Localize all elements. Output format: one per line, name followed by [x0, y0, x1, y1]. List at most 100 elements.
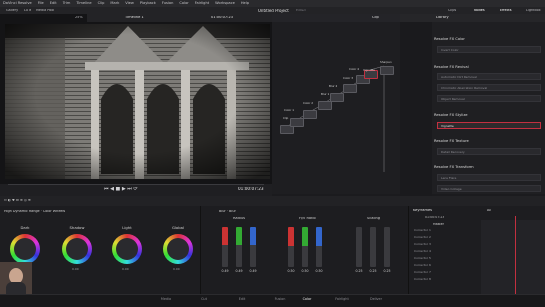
group-radius: Radius: [233, 217, 246, 220]
luts-button[interactable]: LUTs: [24, 9, 31, 12]
effects-button[interactable]: Effects: [500, 9, 512, 12]
node-mode-label[interactable]: Clip: [372, 16, 379, 20]
node-02[interactable]: [290, 118, 304, 127]
section-revival[interactable]: Resolve FX Revival: [434, 65, 542, 70]
fx-dirt-removal[interactable]: Automatic Dirt Removal: [437, 73, 541, 80]
node-09[interactable]: [380, 66, 394, 75]
menu-file[interactable]: File: [38, 1, 44, 6]
scaling-red-bar[interactable]: [356, 227, 362, 267]
group-hv-ratio: H/V Ratio: [299, 217, 316, 220]
keyframe-track[interactable]: [481, 220, 545, 294]
radius-blue-value[interactable]: 0.49: [248, 269, 258, 273]
scaling-green-value[interactable]: 0.25: [368, 269, 378, 273]
wheel-light[interactable]: [112, 234, 142, 264]
menu-view[interactable]: View: [125, 1, 134, 6]
viewer-header: Timeline 1 01:00:07:23: [87, 14, 272, 22]
wheel-value-global[interactable]: 0.00: [173, 268, 180, 271]
hv-red-bar[interactable]: [288, 227, 294, 267]
lightbox-button[interactable]: Lightbox: [526, 9, 541, 12]
node-05[interactable]: [330, 93, 344, 102]
hv-blue-bar[interactable]: [316, 227, 322, 267]
menu-clip[interactable]: Clip: [98, 1, 105, 6]
hv-red-value[interactable]: 0.50: [286, 269, 296, 273]
menu-fairlight[interactable]: Fairlight: [195, 1, 209, 6]
key-row-7[interactable]: Corrector 7: [414, 271, 431, 274]
key-row-3[interactable]: Corrector 3: [414, 243, 431, 246]
section-stylize[interactable]: Resolve FX Stylize: [434, 113, 542, 118]
section-color[interactable]: Resolve FX Color: [434, 37, 542, 42]
library-header: Library: [400, 14, 545, 22]
node-06[interactable]: [343, 84, 357, 93]
fx-detail-recovery[interactable]: Detail Recovery: [437, 148, 541, 155]
wheel-global[interactable]: [163, 234, 193, 264]
menu-edit[interactable]: Edit: [50, 1, 57, 6]
clips-button[interactable]: Clips: [448, 9, 456, 12]
wheel-value-light[interactable]: 0.00: [122, 268, 129, 271]
section-texture[interactable]: Resolve FX Texture: [434, 139, 542, 144]
transport-controls[interactable]: ⏮ ◀ ■ ▶ ⏭ ⟳: [104, 187, 138, 192]
key-row-2[interactable]: Corrector 2: [414, 236, 431, 239]
key-row-4[interactable]: Corrector 4: [414, 250, 431, 253]
radius-green-value[interactable]: 0.49: [234, 269, 244, 273]
fx-video-collage[interactable]: Video Collage: [437, 185, 541, 192]
menu-app[interactable]: DaVinci Resolve: [3, 1, 32, 6]
media-pool-button[interactable]: Media Pool: [36, 9, 54, 12]
node-label-07: Color 4: [349, 67, 359, 71]
node-label-08: Vignette: [363, 68, 375, 72]
key-row-5[interactable]: Corrector 5: [414, 257, 431, 260]
nodes-button[interactable]: Nodes: [474, 9, 485, 12]
scaling-green-bar[interactable]: [370, 227, 376, 267]
key-row-6[interactable]: Corrector 6: [414, 264, 431, 267]
fx-invert-color[interactable]: Invert Color: [437, 46, 541, 53]
node-03[interactable]: [303, 110, 317, 119]
playhead[interactable]: [515, 216, 516, 294]
gallery-button[interactable]: Gallery: [6, 9, 18, 12]
node-04[interactable]: [318, 101, 332, 110]
scrubber[interactable]: [8, 184, 264, 185]
radius-red-value[interactable]: 0.49: [220, 269, 230, 273]
scaling-blue-value[interactable]: 0.25: [382, 269, 392, 273]
menu-workspace[interactable]: Workspace: [215, 1, 235, 6]
node-label-04: Blur 1: [321, 92, 330, 96]
key-row-1[interactable]: Corrector 1: [414, 229, 431, 232]
wheel-shadow[interactable]: [62, 234, 92, 264]
palette-tools[interactable]: ⊙ ◐ ✚ ⚙ ≡ ◎ ⊕: [4, 199, 31, 202]
section-transform[interactable]: Resolve FX Transform: [434, 165, 542, 170]
menu-mark[interactable]: Mark: [110, 1, 119, 6]
scaling-red-value[interactable]: 0.25: [354, 269, 364, 273]
scaling-blue-bar[interactable]: [384, 227, 390, 267]
menu-bar: DaVinci Resolve File Edit Trim Timeline …: [0, 0, 545, 7]
wheel-dark[interactable]: [10, 234, 40, 264]
fx-chromatic-aberration[interactable]: Chromatic Aberration Removal: [437, 84, 541, 91]
fx-lens-flare[interactable]: Lens Flare: [437, 174, 541, 181]
hv-green-bar[interactable]: [302, 227, 308, 267]
viewer-timecode: 01:00:07:23: [238, 187, 264, 191]
page-cut[interactable]: Cut: [184, 297, 224, 301]
timeline-selector[interactable]: Timeline 1: [125, 16, 144, 20]
fx-object-removal[interactable]: Object Removal: [437, 95, 541, 102]
keyframes-filter[interactable]: All: [487, 209, 491, 212]
menu-fusion[interactable]: Fusion: [162, 1, 174, 6]
radius-blue-bar[interactable]: [250, 227, 256, 267]
page-edit[interactable]: Edit: [222, 297, 262, 301]
key-row-8[interactable]: Corrector 8: [414, 278, 431, 281]
blur-mode[interactable]: Blur · Blur: [219, 210, 236, 213]
page-deliver[interactable]: Deliver: [356, 297, 396, 301]
radius-red-bar[interactable]: [222, 227, 228, 267]
hv-green-value[interactable]: 0.50: [300, 269, 310, 273]
menu-trim[interactable]: Trim: [63, 1, 71, 6]
page-color[interactable]: Color: [287, 297, 327, 301]
menu-help[interactable]: Help: [241, 1, 249, 6]
library-tab[interactable]: Library: [436, 16, 449, 20]
wheels-mode[interactable]: High Dynamic Range · Color Wheels: [4, 210, 65, 213]
keyframes-title: Keyframes: [413, 209, 433, 212]
fx-vignette[interactable]: Vignette: [437, 122, 541, 129]
radius-green-bar[interactable]: [236, 227, 242, 267]
menu-timeline[interactable]: Timeline: [76, 1, 91, 6]
menu-playback[interactable]: Playback: [140, 1, 156, 6]
page-media[interactable]: Media: [146, 297, 186, 301]
wheel-value-shadow[interactable]: 0.00: [72, 268, 79, 271]
menu-color[interactable]: Color: [179, 1, 188, 6]
zoom-level[interactable]: 25%: [75, 16, 83, 19]
hv-blue-value[interactable]: 0.50: [314, 269, 324, 273]
